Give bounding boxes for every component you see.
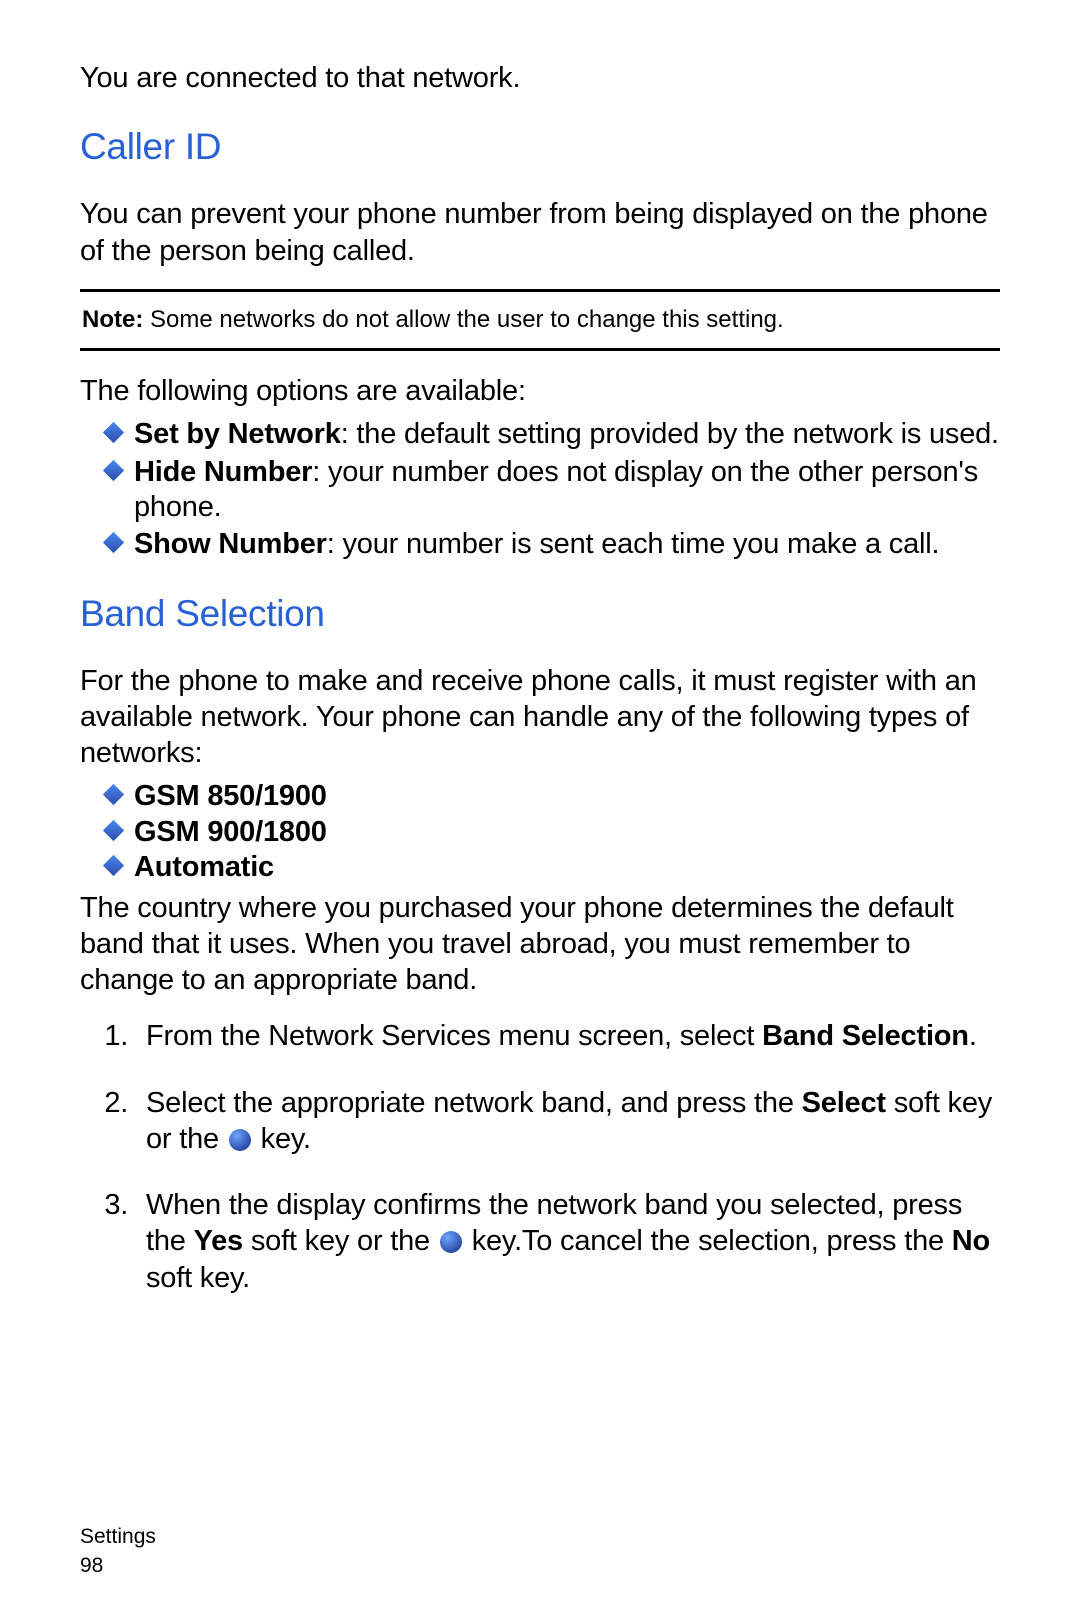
step-text: soft key or the — [243, 1225, 438, 1257]
footer-page-number: 98 — [80, 1552, 156, 1580]
options-lead: The following options are available: — [80, 373, 1000, 409]
ui-label: Yes — [194, 1225, 243, 1257]
option-term: Show Number — [134, 528, 327, 560]
ui-label: Select — [802, 1087, 886, 1119]
step-item: From the Network Services menu screen, s… — [136, 1018, 1000, 1054]
steps-list: From the Network Services menu screen, s… — [80, 1018, 1000, 1296]
step-text: key. — [253, 1123, 311, 1155]
note-box: Note: Some networks do not allow the use… — [80, 289, 1000, 351]
option-term: Set by Network — [134, 418, 341, 450]
step-item: When the display confirms the network ba… — [136, 1187, 1000, 1296]
step-text: Select the appropriate network band, and… — [146, 1087, 802, 1119]
heading-band-selection: Band Selection — [80, 593, 1000, 635]
manual-page: You are connected to that network. Calle… — [0, 0, 1080, 1620]
ok-key-icon — [440, 1231, 462, 1253]
option-desc: : your number is sent each time you make… — [327, 528, 940, 560]
note-label: Note: — [82, 306, 143, 333]
caller-id-options-list: Set by Network: the default setting prov… — [80, 417, 1000, 563]
list-item: GSM 900/1800 — [106, 815, 1000, 850]
band-type: GSM 850/1900 — [134, 780, 327, 812]
band-type: Automatic — [134, 851, 274, 883]
list-item: GSM 850/1900 — [106, 779, 1000, 814]
intro-text: You are connected to that network. — [80, 60, 1000, 96]
step-text: From the Network Services menu screen, s… — [146, 1020, 762, 1052]
step-text: key.To cancel the selection, press the — [464, 1225, 952, 1257]
ui-label: No — [952, 1225, 990, 1257]
step-text: soft key. — [146, 1262, 250, 1294]
list-item: Hide Number: your number does not displa… — [106, 455, 1000, 526]
band-type: GSM 900/1800 — [134, 816, 327, 848]
list-item: Set by Network: the default setting prov… — [106, 417, 1000, 452]
note-text: Some networks do not allow the user to c… — [143, 306, 783, 333]
band-types-list: GSM 850/1900 GSM 900/1800 Automatic — [80, 779, 1000, 885]
band-paragraph-1: For the phone to make and receive phone … — [80, 663, 1000, 772]
option-term: Hide Number — [134, 456, 312, 488]
page-footer: Settings 98 — [80, 1523, 156, 1580]
ui-label: Band Selection — [762, 1020, 969, 1052]
band-paragraph-2: The country where you purchased your pho… — [80, 890, 1000, 999]
footer-section: Settings — [80, 1523, 156, 1551]
list-item: Show Number: your number is sent each ti… — [106, 527, 1000, 562]
list-item: Automatic — [106, 850, 1000, 885]
ok-key-icon — [229, 1129, 251, 1151]
heading-caller-id: Caller ID — [80, 126, 1000, 168]
option-desc: : the default setting provided by the ne… — [341, 418, 999, 450]
step-text: . — [969, 1020, 977, 1052]
step-item: Select the appropriate network band, and… — [136, 1085, 1000, 1158]
caller-id-paragraph: You can prevent your phone number from b… — [80, 196, 1000, 269]
